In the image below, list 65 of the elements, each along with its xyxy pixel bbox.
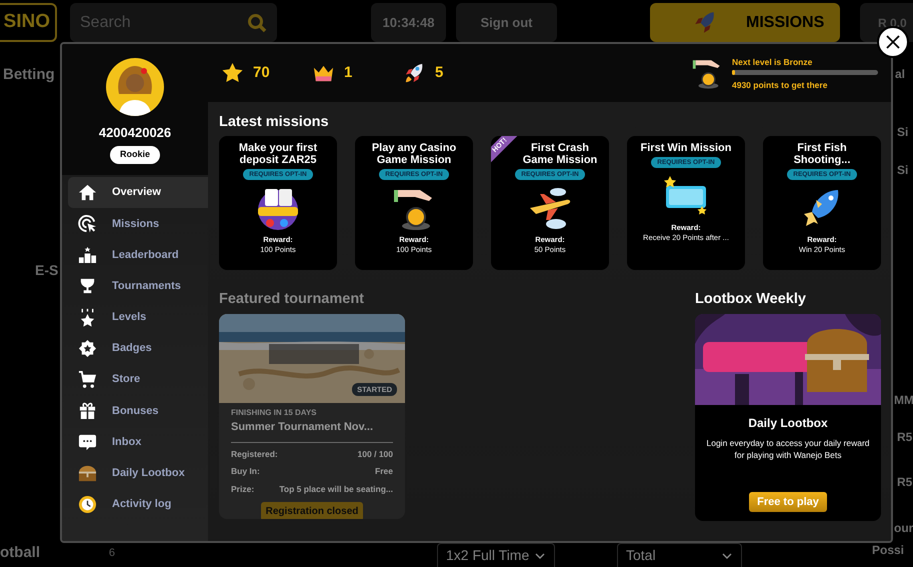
stat-value: 5 (435, 62, 444, 83)
mission-title: Play any Casino Game Mission (370, 142, 458, 166)
detail-value: Free (375, 465, 393, 478)
menu-item[interactable]: Daily Lootbox (68, 458, 208, 489)
side-text: R5 (896, 474, 913, 491)
menu-item[interactable]: Store (68, 364, 208, 396)
mission-title: First Fish Shooting... (792, 142, 852, 166)
menu-item[interactable]: Missions (68, 208, 208, 240)
side-text: Si (896, 124, 910, 141)
detail-value: 100 / 100 (358, 448, 393, 460)
mission-title: First Win Mission (640, 142, 732, 154)
clock-icon (78, 494, 97, 514)
detail-label: Prize: (231, 483, 254, 496)
gift-icon (78, 401, 97, 420)
section-title: Featured tournament (219, 290, 366, 308)
star-icon (78, 308, 97, 327)
finishing-text: FINISHING IN 15 DAYS (231, 407, 318, 419)
side-text: MM (893, 392, 913, 409)
detail-value: Top 5 place will be seating... (279, 483, 393, 496)
mission-title: First Crash Game Mission (522, 142, 598, 166)
market-dropdown[interactable]: Total (617, 543, 742, 567)
podium-icon (78, 245, 97, 264)
detail-label: Buy In: (231, 465, 260, 478)
lootbox-description: Login everyday to access your daily reward for playing with Wanejo Bets (706, 437, 870, 461)
side-text: al (894, 66, 906, 83)
menu-item[interactable]: Leaderboard (68, 239, 208, 271)
star-icon (221, 62, 244, 84)
section-title: Latest missions (219, 113, 330, 131)
menu-item[interactable]: Overview (68, 177, 208, 208)
sport-name: otball (0, 543, 40, 563)
trophy-icon (78, 276, 97, 296)
menu-item[interactable]: Badges (68, 332, 208, 364)
stat-value: 70 (253, 62, 270, 83)
chat-icon (78, 432, 97, 452)
clock: 10:34:48 (371, 3, 446, 42)
menu-item[interactable]: Tournaments (68, 270, 208, 302)
side-text: Si (896, 162, 910, 179)
stat-value: 1 (344, 62, 352, 83)
mission-title: Make your first deposit ZAR25 (238, 142, 318, 166)
nav-item[interactable]: E-S (35, 260, 60, 280)
event-count: 6 (108, 546, 115, 561)
nav-item[interactable]: Betting (0, 65, 60, 85)
menu-item[interactable]: Inbox (68, 426, 208, 458)
points-text: 4930 points to get there (732, 78, 828, 90)
side-text: our (893, 520, 913, 537)
logo[interactable]: SINO (0, 3, 57, 42)
tournament-name: Summer Tournament Nov... (231, 419, 393, 442)
search-icon (247, 13, 267, 33)
cart-icon (78, 370, 97, 390)
rank-badge: Rookie (110, 146, 160, 164)
detail-label: Registered: (231, 448, 278, 460)
market-dropdown[interactable]: 1x2 Full Time (437, 543, 555, 567)
close-icon (885, 34, 901, 50)
menu-item[interactable]: Levels (68, 302, 208, 333)
side-text: Possi (871, 542, 906, 559)
chest-icon (78, 464, 97, 483)
badge-icon (78, 339, 97, 358)
next-level-text: Next level is Bronze (732, 56, 814, 68)
section-title: Lootbox Weekly (695, 290, 807, 308)
username: 4200420026 (98, 125, 172, 141)
menu-item[interactable]: Activity log (68, 488, 208, 520)
home-icon (78, 183, 97, 202)
target-icon (78, 214, 97, 234)
lootbox-name: Daily Lootbox (748, 415, 828, 432)
menu-item[interactable]: Bonuses (68, 395, 208, 426)
